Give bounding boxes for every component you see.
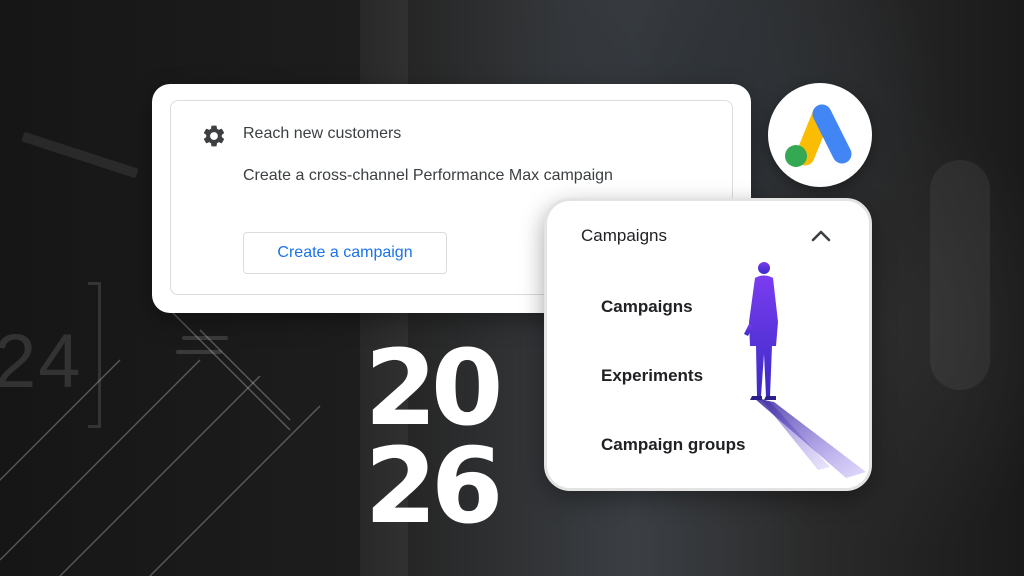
menu-item-campaign-groups[interactable]: Campaign groups	[601, 435, 746, 455]
create-campaign-button[interactable]: Create a campaign	[243, 232, 447, 274]
chevron-up-icon[interactable]	[810, 227, 832, 243]
promo-subtitle: Create a cross-channel Performance Max c…	[243, 167, 613, 184]
year-bottom-digits: 26	[364, 425, 504, 547]
standing-person-illustration	[744, 262, 866, 478]
menu-item-experiments[interactable]: Experiments	[601, 366, 703, 386]
google-ads-logo	[768, 83, 872, 187]
menu-item-campaigns[interactable]: Campaigns	[601, 297, 693, 317]
google-ads-logo-icon	[785, 104, 852, 167]
promo-title: Reach new customers	[243, 125, 402, 142]
gear-icon	[203, 125, 225, 147]
campaigns-menu-header[interactable]: Campaigns	[581, 226, 667, 246]
